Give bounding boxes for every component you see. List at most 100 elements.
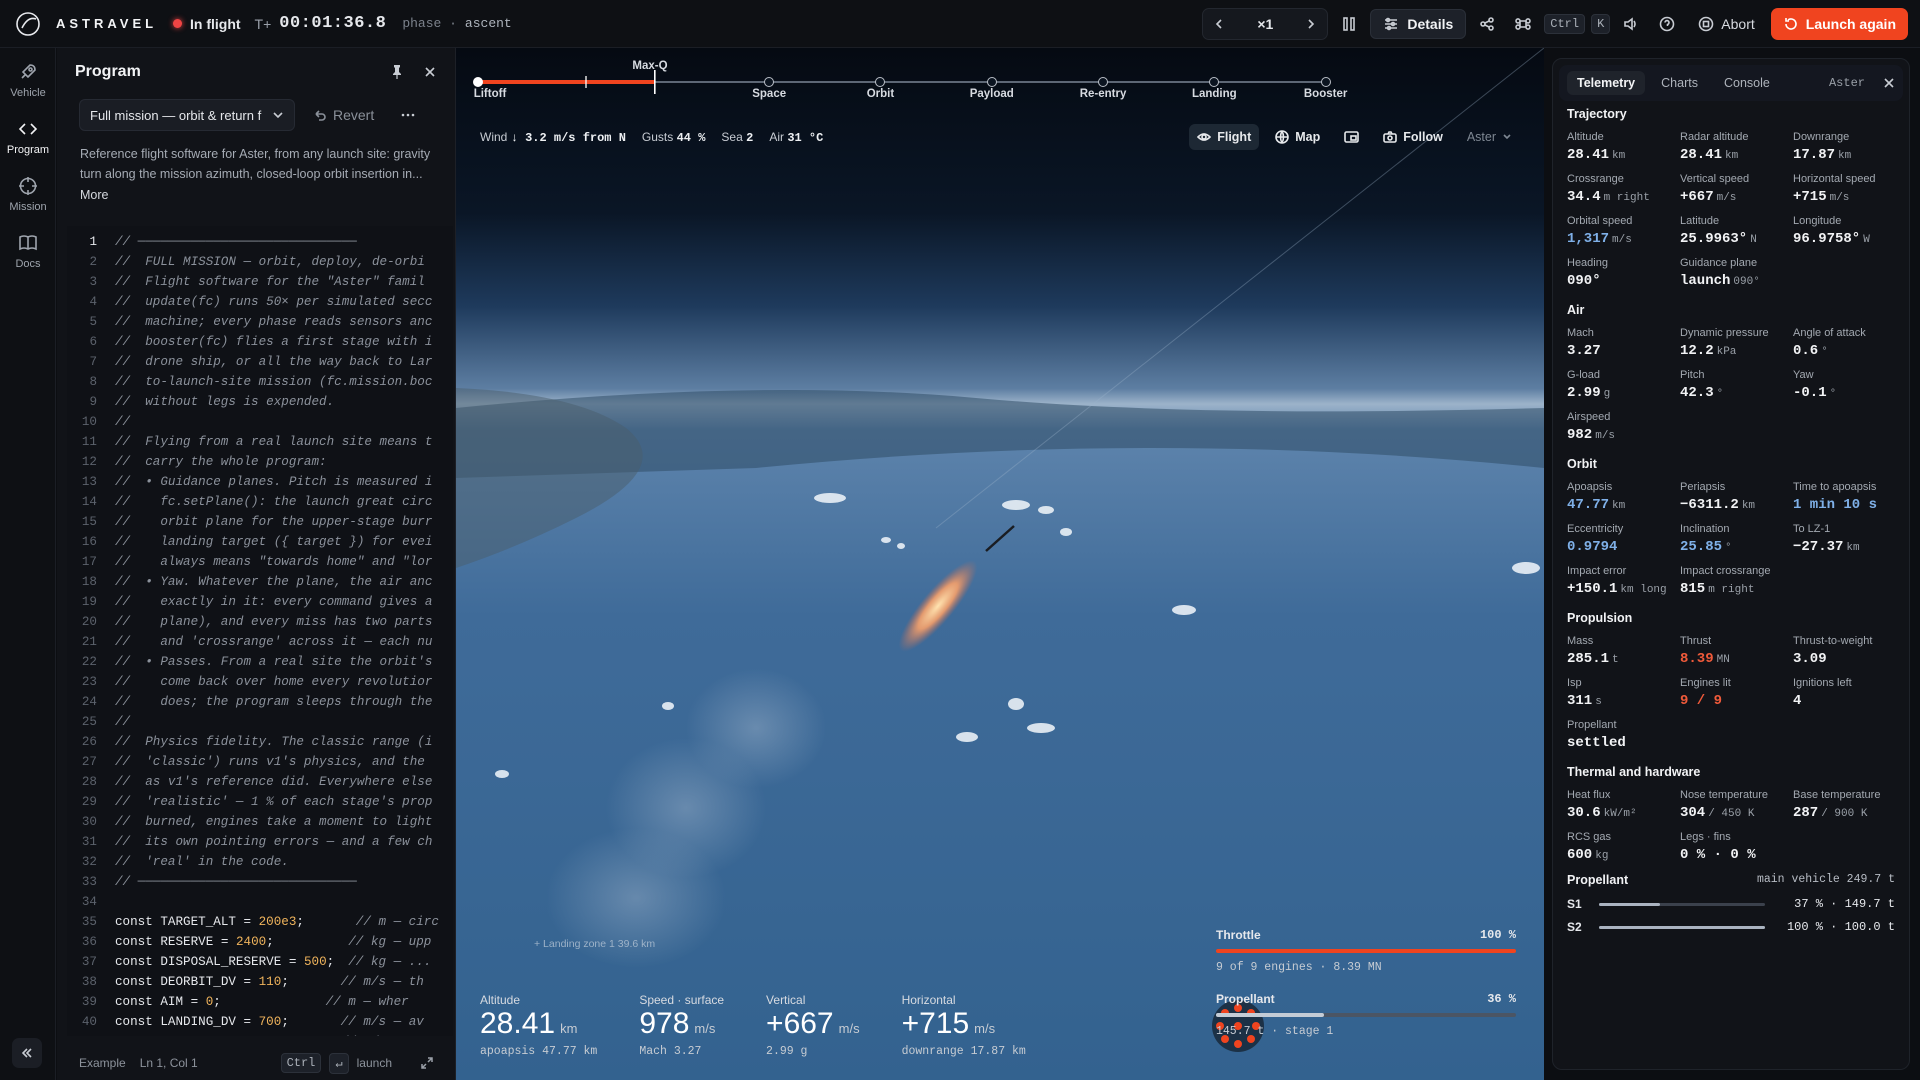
- line-number: 27: [81, 755, 97, 769]
- mission-select[interactable]: Full mission — orbit & return f: [79, 99, 295, 131]
- telemetry-cell: Vertical speed +667 m/s: [1680, 173, 1793, 205]
- command-palette-button[interactable]: [1508, 9, 1538, 39]
- timeline-node[interactable]: [764, 77, 775, 87]
- propellant-label: Propellant: [1216, 992, 1275, 1006]
- collapse-sidebar-button[interactable]: [12, 1038, 42, 1068]
- timeline-node[interactable]: [986, 77, 997, 87]
- wind-label: Wind: [480, 130, 508, 144]
- telemetry-section-title: Air: [1567, 303, 1585, 317]
- rail-label-vehicle: Vehicle: [10, 87, 46, 99]
- readout-speed-sub: Mach 3.27: [639, 1045, 702, 1058]
- code-editor[interactable]: 1 // ───────────────────────────── 2 // FUL…: [67, 226, 453, 1036]
- telemetry-unit: km: [1741, 500, 1756, 512]
- revert-button[interactable]: Revert: [305, 107, 382, 123]
- code-operator: =: [183, 995, 206, 1009]
- timeline-stage-label: Booster: [1303, 88, 1348, 100]
- tab-telemetry[interactable]: Telemetry: [1567, 71, 1646, 95]
- code-line: 33 // ─────────────────────────────: [67, 872, 453, 892]
- telemetry-value: 34.4 m right: [1567, 189, 1680, 205]
- code-constant-name: RESERVE: [160, 935, 214, 949]
- code-padding: [304, 1035, 327, 1036]
- timeline-node[interactable]: [473, 77, 483, 87]
- line-number: 10: [81, 415, 97, 429]
- tab-console[interactable]: Console: [1714, 71, 1780, 95]
- telemetry-key: Airspeed: [1567, 411, 1611, 423]
- details-button[interactable]: Details: [1370, 8, 1467, 39]
- readout-speed: Speed · surface 978 m/s Mach 3.27: [639, 993, 724, 1058]
- code-operator: =: [235, 915, 259, 929]
- camera-target-select[interactable]: Aster: [1459, 124, 1520, 150]
- picture-in-picture-button[interactable]: [1336, 124, 1367, 150]
- telemetry-number: 28.41: [1567, 147, 1610, 163]
- telemetry-unit: m/s: [1595, 430, 1616, 442]
- speed-down-button[interactable]: [1203, 9, 1235, 39]
- telemetry-number: 0 % · 0 %: [1680, 847, 1756, 863]
- code-line: 9 // without legs is expended.: [67, 392, 453, 412]
- code-semicolon: ;: [281, 975, 289, 989]
- telemetry-number: 30.6: [1567, 805, 1601, 821]
- propellant-stage-row: S1 37 % · 149.7 t: [1567, 897, 1895, 911]
- code-text: // booster(fc) flies a first stage with …: [115, 335, 433, 349]
- code-comment: // kg — upp: [348, 935, 432, 949]
- readout-altitude: Altitude 28.41 km apoapsis 47.77 km: [480, 993, 597, 1058]
- cursor-position: Ln 1, Col 1: [139, 1056, 198, 1070]
- telemetry-number: 47.77: [1567, 497, 1610, 513]
- sound-button[interactable]: [1616, 9, 1646, 39]
- rail-item-mission[interactable]: Mission: [0, 166, 56, 223]
- telemetry-value: 25.9963° N: [1680, 231, 1793, 247]
- air-label: Air: [769, 130, 784, 144]
- follow-camera-button[interactable]: Follow: [1375, 124, 1451, 150]
- line-number: 34: [81, 895, 97, 909]
- code-text: // • Yaw. Whatever the plane, the air an…: [115, 575, 433, 589]
- help-button[interactable]: [1652, 9, 1682, 39]
- speed-up-button[interactable]: [1295, 9, 1327, 39]
- pause-button[interactable]: [1334, 9, 1364, 39]
- code-text: const LANDING_DV = 700; // m/s — av: [115, 1015, 424, 1029]
- telemetry-key: Altitude: [1567, 131, 1604, 143]
- telemetry-cell: Inclination 25.85 °: [1680, 523, 1793, 555]
- rail-item-program[interactable]: Program: [0, 109, 56, 166]
- readout-horizontal-value: +715: [901, 1007, 970, 1040]
- code-line: 2 // FULL MISSION — orbit, deploy, de-orb…: [67, 252, 453, 272]
- share-button[interactable]: [1472, 9, 1502, 39]
- timeline-node[interactable]: [1209, 77, 1220, 87]
- flight-viewport[interactable]: Max-Q Liftoff Space Orbit Payload Re-entry La…: [456, 48, 1544, 1080]
- code-padding: [304, 915, 342, 929]
- telemetry-value: 47.77 km: [1567, 497, 1680, 513]
- telemetry-cell: Radar altitude 28.41 km: [1680, 131, 1793, 163]
- rail-item-vehicle[interactable]: Vehicle: [0, 52, 56, 109]
- map-view-button[interactable]: Map: [1267, 124, 1328, 150]
- telemetry-number: 25.9963°: [1680, 231, 1748, 247]
- timeline-node[interactable]: [1098, 77, 1109, 87]
- rail-label-mission: Mission: [9, 201, 47, 213]
- brand-name: ASTRAVEL: [56, 16, 158, 31]
- telemetry-key: Apoapsis: [1567, 481, 1613, 493]
- pin-icon[interactable]: [389, 64, 405, 80]
- telemetry-cell: Eccentricity 0.9794: [1567, 523, 1680, 555]
- telemetry-value: 25.85 °: [1680, 539, 1793, 555]
- more-link[interactable]: More: [57, 184, 455, 206]
- launch-shortcut-label: launch: [356, 1056, 392, 1070]
- timeline-node[interactable]: [875, 77, 886, 87]
- gusts-readout: Gusts 44 %: [642, 130, 706, 145]
- readout-altitude-label: Altitude: [480, 993, 521, 1007]
- timeline-node[interactable]: [1320, 77, 1331, 87]
- target-icon: [19, 177, 37, 195]
- expand-icon[interactable]: [420, 1056, 434, 1070]
- launch-again-button[interactable]: Launch again: [1770, 7, 1908, 40]
- tab-charts[interactable]: Charts: [1651, 71, 1708, 95]
- close-icon[interactable]: [423, 65, 437, 79]
- rail-label-program: Program: [6, 144, 50, 156]
- telemetry-cell: Horizontal speed +715 m/s: [1793, 173, 1906, 205]
- telemetry-section-title: Orbit: [1567, 457, 1597, 471]
- abort-button[interactable]: Abort: [1688, 9, 1764, 39]
- telemetry-vehicle-select[interactable]: Aster: [1829, 76, 1865, 90]
- telemetry-number: 815: [1680, 581, 1706, 597]
- rail-item-docs[interactable]: Docs: [0, 223, 56, 280]
- telemetry-value: +667 m/s: [1680, 189, 1793, 205]
- more-options-icon[interactable]: [400, 107, 416, 123]
- flight-view-button[interactable]: Flight: [1189, 124, 1260, 150]
- code-text: const MAX_PLANE_DV = 450; // m/s —: [115, 1035, 401, 1036]
- telemetry-value: +150.1 km long: [1567, 581, 1680, 597]
- close-icon[interactable]: [1883, 77, 1895, 89]
